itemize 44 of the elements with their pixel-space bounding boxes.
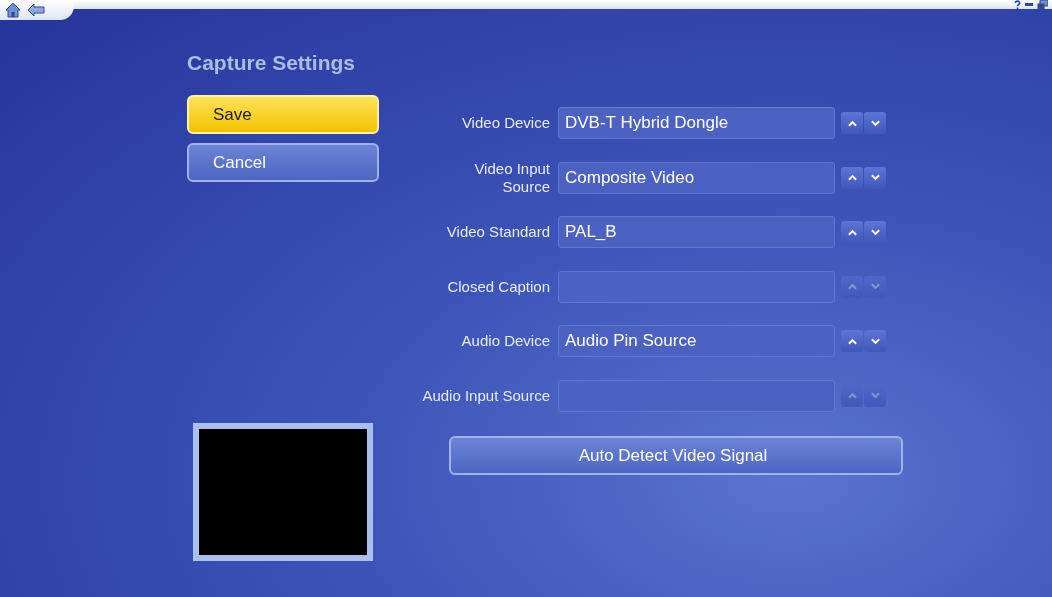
chevron-up-icon xyxy=(847,392,857,399)
next-button[interactable] xyxy=(864,166,886,189)
previous-button[interactable] xyxy=(841,166,863,189)
chevron-up-icon xyxy=(847,283,857,290)
action-button[interactable]: Cancel xyxy=(187,143,379,182)
setting-label: Audio Input Source xyxy=(421,386,551,405)
home-icon[interactable] xyxy=(5,2,21,18)
value-field[interactable]: DVB-T Hybrid Dongle xyxy=(558,107,835,139)
page-title: Capture Settings xyxy=(187,51,357,75)
chevron-down-icon xyxy=(870,228,880,236)
previous-button[interactable] xyxy=(841,221,863,243)
auto-detect-button[interactable]: Auto Detect Video Signal xyxy=(449,436,903,475)
field-value: DVB-T Hybrid Dongle xyxy=(565,113,729,133)
chevron-down-icon xyxy=(870,392,880,399)
chevron-down-icon xyxy=(870,283,880,290)
chevron-up-icon xyxy=(847,119,857,127)
chevron-down-icon xyxy=(870,337,880,345)
value-field[interactable]: Audio Pin Source xyxy=(558,325,835,357)
value-field[interactable]: PAL_B xyxy=(558,216,835,248)
setting-label: Video Input Source xyxy=(473,160,551,195)
setting-label: Audio Device xyxy=(460,332,551,350)
setting-label: Video Device xyxy=(460,114,551,132)
chevron-up-icon xyxy=(847,337,857,345)
previous-button[interactable] xyxy=(841,330,863,352)
field-value: Composite Video xyxy=(565,167,695,188)
field-value: PAL_B xyxy=(565,222,617,242)
back-arrow-icon[interactable] xyxy=(27,3,45,17)
setting-label: Closed Caption xyxy=(446,277,551,296)
chevron-up-icon xyxy=(847,228,857,236)
action-button[interactable]: Save xyxy=(187,95,379,134)
help-icon[interactable] xyxy=(1014,0,1021,10)
setting-label: Video Standard xyxy=(445,223,551,241)
value-field[interactable] xyxy=(558,270,835,303)
restore-icon[interactable] xyxy=(1037,0,1048,10)
next-button[interactable] xyxy=(864,112,886,134)
chevron-down-icon xyxy=(870,119,880,127)
next-button[interactable] xyxy=(864,221,886,243)
next-button[interactable] xyxy=(864,330,886,352)
previous-button[interactable] xyxy=(841,112,863,134)
value-field[interactable]: Composite Video xyxy=(558,161,835,194)
value-field[interactable] xyxy=(558,379,835,412)
chevron-up-icon xyxy=(847,174,857,181)
field-value: Audio Pin Source xyxy=(565,331,697,351)
chevron-down-icon xyxy=(870,174,880,181)
